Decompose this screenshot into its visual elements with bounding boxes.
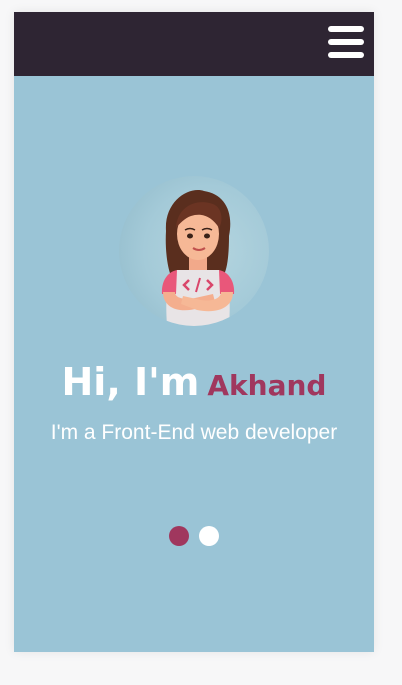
- developer-avatar-icon: [119, 176, 269, 326]
- carousel-dot-1[interactable]: [169, 526, 189, 546]
- menu-line: [328, 26, 364, 32]
- top-nav-bar: [14, 12, 374, 76]
- hero-tagline: I'm a Front-End web developer: [50, 421, 338, 444]
- avatar-illustration: [161, 190, 235, 326]
- menu-line: [328, 52, 364, 58]
- app-frame: Hi, I'm Akhand I'm a Front-End web develo…: [14, 12, 374, 652]
- carousel-indicators: [14, 526, 374, 546]
- hero-headline: Hi, I'm Akhand: [14, 360, 374, 404]
- menu-line: [328, 39, 364, 45]
- greeting-text: Hi, I'm: [61, 360, 200, 404]
- carousel-dot-2[interactable]: [199, 526, 219, 546]
- developer-name: Akhand: [207, 369, 327, 402]
- hamburger-menu-icon[interactable]: [328, 26, 364, 59]
